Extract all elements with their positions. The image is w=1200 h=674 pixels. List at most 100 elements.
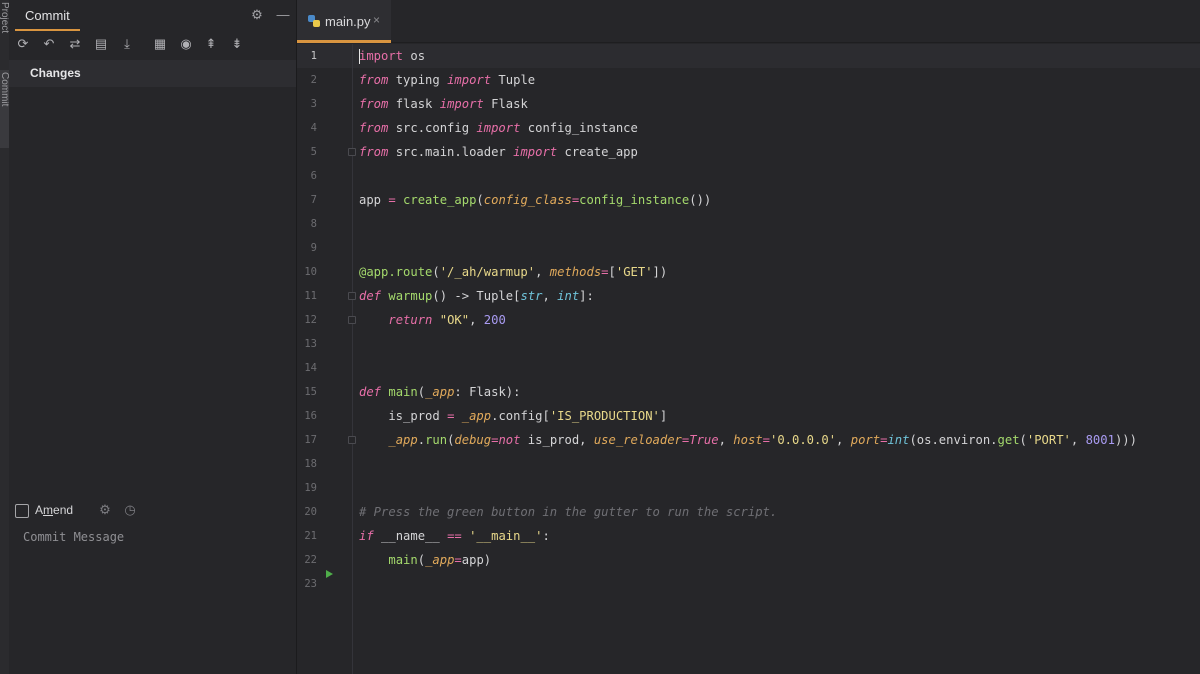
line-number: 21 <box>304 530 317 542</box>
line-number: 13 <box>304 338 317 350</box>
refresh-icon[interactable]: ⟳ <box>15 36 31 52</box>
code-token: import <box>359 49 404 63</box>
code-line: main(_app=app) <box>359 548 491 572</box>
python-file-icon <box>308 15 320 27</box>
fold-marker-icon[interactable] <box>348 292 356 300</box>
amend-checkbox[interactable] <box>15 504 29 518</box>
line-number: 12 <box>304 314 317 326</box>
commit-panel: Commit ⚙ — ⟳ ↶ ⇄ ▤ ⤓ ▦ ◉ ⇞ ⇟ Changes Ame… <box>9 0 296 674</box>
commit-panel-title[interactable]: Commit <box>15 4 80 31</box>
code-token: ) <box>1129 433 1137 447</box>
run-icon[interactable] <box>326 570 333 578</box>
stripe-tab-commit[interactable]: Commit <box>0 70 9 148</box>
code-token: . <box>417 433 426 447</box>
code-token: 'GET' <box>615 265 653 279</box>
code-line: # Press the green button in the gutter t… <box>359 500 777 524</box>
code-token: , <box>469 313 484 327</box>
amend-label[interactable]: Amend <box>35 503 73 517</box>
code-line: from flask import Flask <box>359 92 528 116</box>
line-number: 16 <box>304 410 317 422</box>
code-token: '/_ah/warmup' <box>439 265 536 279</box>
code-token: ()) <box>689 193 712 207</box>
code-line: def main(_app: Flask): <box>359 380 520 404</box>
code-token: # Press the green button in the gutter t… <box>359 505 778 519</box>
commit-message-input[interactable]: Commit Message <box>23 530 124 544</box>
stripe-tab-project[interactable]: Project <box>0 0 9 56</box>
code-token: 'PORT' <box>1026 433 1071 447</box>
code-token: 'IS_PRODUCTION' <box>549 409 660 423</box>
line-number-gutter[interactable]: 1 2 3 4 5 6 7 8 9 10 11 12 13 14 15 16 17 18 19 20 21 22 23 <box>297 44 356 674</box>
code-token: main <box>388 553 418 567</box>
code-token: is_prod <box>359 409 448 423</box>
code-line: def warmup() -> Tuple[str, int]: <box>359 284 594 308</box>
code-token: @app.route <box>359 265 433 279</box>
gear-icon[interactable]: ⚙ <box>249 7 265 23</box>
code-token: typing <box>388 73 448 87</box>
text-caret <box>359 49 360 64</box>
tool-window-stripe: Project Commit <box>0 0 9 674</box>
code-token: , <box>542 289 558 303</box>
code-token: = <box>454 553 462 567</box>
code-token: from <box>359 145 389 159</box>
code-line: @app.route('/_ah/warmup', methods=['GET'… <box>359 260 667 284</box>
line-number: 6 <box>310 170 317 182</box>
expand-all-icon[interactable]: ⇞ <box>203 36 219 52</box>
update-icon[interactable]: ⤓ <box>119 36 135 52</box>
code-token: create_app <box>403 193 477 207</box>
code-token: import <box>439 97 484 111</box>
editor-tab-bar: main.py × <box>297 0 1200 43</box>
preview-icon[interactable]: ◉ <box>178 36 194 52</box>
rollback-icon[interactable]: ↶ <box>41 36 57 52</box>
code-token: : Flask): <box>454 385 521 399</box>
changes-node[interactable]: Changes <box>9 60 296 87</box>
code-token: )) <box>1114 433 1130 447</box>
code-token: def <box>359 385 382 399</box>
code-token: .config[ <box>491 409 550 423</box>
code-token: str <box>520 289 543 303</box>
code-token: == <box>447 529 462 543</box>
code-token: (os.environ. <box>909 433 998 447</box>
code-token: warmup <box>388 289 433 303</box>
line-number: 20 <box>304 506 317 518</box>
code-token: create_app <box>557 145 638 159</box>
code-token: 200 <box>483 313 506 327</box>
changes-label: Changes <box>30 66 81 80</box>
amend-row: Amend ⚙ ◷ <box>15 502 285 520</box>
show-diff-icon[interactable]: ⇄ <box>67 36 83 52</box>
code-token: app <box>359 193 389 207</box>
stripe-tab-project-label: Project <box>0 2 9 34</box>
fold-marker-icon[interactable] <box>348 316 356 324</box>
line-number: 1 <box>310 50 317 62</box>
code-line: from src.main.loader import create_app <box>359 140 638 164</box>
group-by-icon[interactable]: ▦ <box>152 36 168 52</box>
tab-main-py[interactable]: main.py × <box>297 0 391 43</box>
line-number: 4 <box>310 122 317 134</box>
stripe-tab-commit-label: Commit <box>0 72 9 107</box>
code-token: [ <box>608 265 616 279</box>
code-token: _app <box>425 553 455 567</box>
code-token: : <box>542 529 550 543</box>
line-number: 10 <box>304 266 317 278</box>
code-token: '0.0.0.0' <box>770 433 837 447</box>
code-token: _app <box>388 433 418 447</box>
code-line: _app.run (debug = not is_prod, use_reloader… <box>359 428 1137 452</box>
code-token: ]) <box>652 265 668 279</box>
fold-marker-icon[interactable] <box>348 148 356 156</box>
code-token: _app <box>425 385 455 399</box>
view-icon[interactable]: ▤ <box>93 36 109 52</box>
fold-marker-icon[interactable] <box>348 436 356 444</box>
code-token: ]: <box>579 289 594 303</box>
code-token: Tuple <box>491 73 536 87</box>
line-number: 18 <box>304 458 317 470</box>
code-token: , <box>535 265 550 279</box>
code-token: not <box>498 433 521 447</box>
commit-history-clock-icon[interactable]: ◷ <box>122 502 138 518</box>
close-icon[interactable]: × <box>373 13 380 27</box>
code-line: import os <box>359 44 425 68</box>
collapse-all-icon[interactable]: ⇟ <box>229 36 245 52</box>
code-token: ( <box>417 553 426 567</box>
commit-options-gear-icon[interactable]: ⚙ <box>97 502 113 518</box>
minimize-icon[interactable]: — <box>275 7 291 23</box>
code-token: = <box>601 265 609 279</box>
